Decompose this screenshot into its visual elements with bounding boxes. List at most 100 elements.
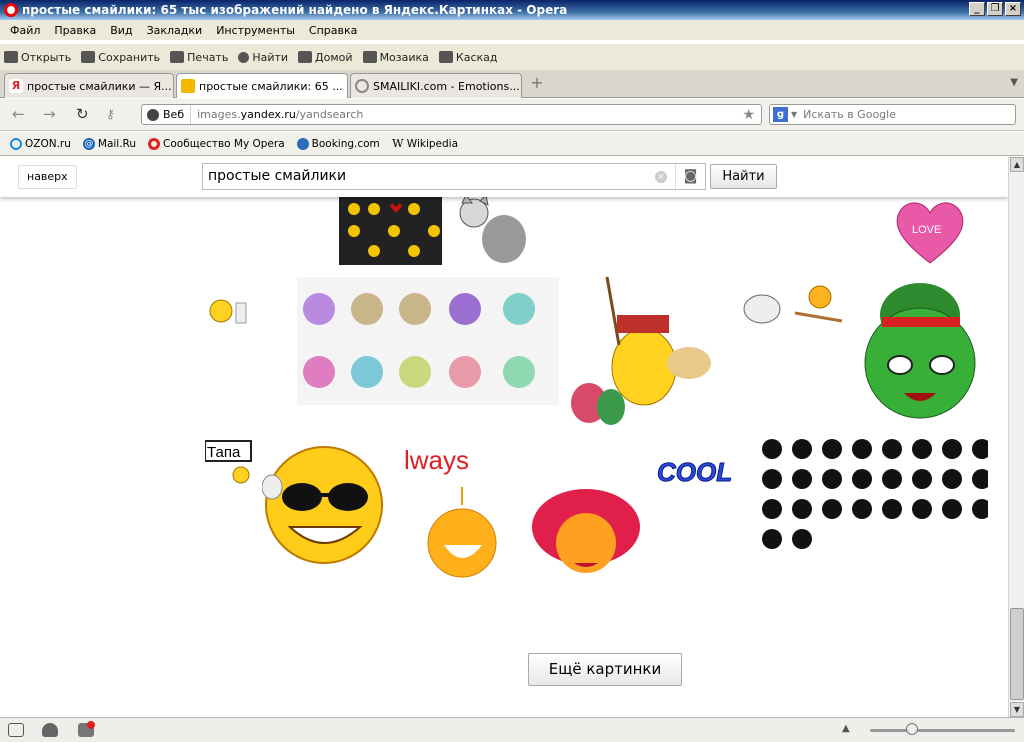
search-engine-field[interactable]: g ▼ Искать в Google bbox=[769, 104, 1016, 125]
find-button[interactable]: Найти bbox=[238, 51, 288, 64]
bookmark-booking[interactable]: Booking.com bbox=[296, 137, 380, 150]
emoticon-grid-picture bbox=[348, 203, 440, 257]
menu-view[interactable]: Вид bbox=[103, 24, 139, 37]
zoom-slider-track[interactable] bbox=[870, 729, 1015, 732]
result-image-sunglasses-smiley[interactable] bbox=[262, 441, 395, 583]
scroll-thumb[interactable] bbox=[1010, 608, 1024, 700]
menu-tools[interactable]: Инструменты bbox=[209, 24, 302, 37]
red-hair-smiley-picture bbox=[532, 489, 640, 573]
bookmark-wikipedia[interactable]: W Wikipedia bbox=[392, 136, 458, 150]
google-icon: g bbox=[773, 107, 788, 122]
result-image-green-lady[interactable] bbox=[862, 277, 982, 423]
tile-button[interactable]: Мозаика bbox=[362, 51, 429, 64]
result-image-black-smileys[interactable] bbox=[760, 435, 988, 585]
tab-label: простые смайлики: 65 ... bbox=[199, 79, 343, 93]
menu-edit[interactable]: Правка bbox=[47, 24, 103, 37]
bookmark-label: Booking.com bbox=[311, 137, 380, 150]
opera-window: простые смайлики: 65 тыс изображений най… bbox=[0, 0, 1024, 742]
back-arrow-icon[interactable]: ← bbox=[12, 107, 25, 122]
tab-close-icon[interactable]: × bbox=[172, 80, 173, 93]
address-toolbar: ← → ↻ ⚷ Веб images.yandex.ru/yandsearch … bbox=[0, 99, 1024, 131]
home-icon bbox=[298, 51, 313, 63]
camera-icon[interactable]: ◙ bbox=[675, 164, 705, 189]
bookmark-mailru[interactable]: @ Mail.Ru bbox=[82, 137, 137, 150]
result-image-anime-characters[interactable] bbox=[297, 277, 559, 405]
result-image-always-smiley[interactable]: lways bbox=[400, 439, 500, 584]
opera-unite-cloud-icon[interactable] bbox=[42, 723, 58, 737]
bookmark-label: Mail.Ru bbox=[97, 137, 137, 150]
result-image-cat[interactable] bbox=[452, 195, 532, 267]
open-button[interactable]: Открыть bbox=[4, 51, 71, 64]
always-text: lways bbox=[404, 445, 469, 475]
sticky-search-header: наверх простые смайлики × ◙ Найти bbox=[0, 157, 1008, 197]
reload-icon[interactable]: ↻ bbox=[76, 107, 89, 122]
bookmark-my-opera[interactable]: Сообщество My Opera bbox=[148, 137, 285, 150]
result-image-love-heart[interactable]: LOVE bbox=[890, 195, 970, 267]
window-title: простые смайлики: 65 тыс изображений най… bbox=[22, 3, 568, 17]
sign-smiley-picture: Тапа bbox=[205, 440, 252, 484]
menu-help[interactable]: Справка bbox=[302, 24, 364, 37]
menu-bookmarks[interactable]: Закладки bbox=[140, 24, 210, 37]
web-indicator[interactable]: Веб bbox=[142, 105, 192, 124]
anime-characters-picture bbox=[303, 293, 535, 388]
globe-favicon-icon bbox=[355, 79, 369, 93]
tab-yandex-search[interactable]: Я простые смайлики — Я... × bbox=[4, 73, 174, 98]
notification-badge-icon bbox=[87, 721, 95, 729]
restore-icon[interactable]: ❐ bbox=[987, 2, 1003, 16]
globe-icon bbox=[147, 108, 159, 121]
vertical-scrollbar[interactable]: ▲ ▼ bbox=[1008, 157, 1024, 717]
scroll-up-icon[interactable]: ▲ bbox=[1010, 157, 1024, 172]
title-bar: простые смайлики: 65 тыс изображений най… bbox=[0, 0, 1024, 20]
scroll-top-button[interactable]: наверх bbox=[18, 165, 77, 189]
tab-menu-chevron-icon[interactable]: ▼ bbox=[1010, 77, 1018, 88]
search-submit-button[interactable]: Найти bbox=[710, 164, 777, 189]
result-image-sign-smiley[interactable]: Тапа bbox=[205, 435, 253, 485]
sign-text: Тапа bbox=[207, 444, 241, 461]
bookmark-label: Сообщество My Opera bbox=[163, 137, 285, 150]
key-icon[interactable]: ⚷ bbox=[106, 107, 115, 122]
save-button[interactable]: Сохранить bbox=[81, 51, 160, 64]
new-tab-plus-icon[interactable]: + bbox=[529, 75, 545, 92]
close-icon[interactable]: × bbox=[1005, 2, 1021, 16]
tab-yandex-images[interactable]: простые смайлики: 65 ... × bbox=[176, 73, 348, 98]
open-label: Открыть bbox=[21, 50, 72, 64]
result-image-cool-text[interactable]: COOL bbox=[655, 455, 750, 490]
bookmark-ozon[interactable]: OZON.ru bbox=[10, 137, 71, 150]
scroll-down-icon[interactable]: ▼ bbox=[1010, 702, 1024, 717]
bookmark-label: OZON.ru bbox=[25, 137, 71, 150]
chevron-down-icon[interactable]: ▼ bbox=[791, 110, 797, 119]
print-button[interactable]: Печать bbox=[170, 51, 228, 64]
bookmark-star-icon[interactable]: ★ bbox=[742, 107, 755, 123]
image-search-input[interactable]: простые смайлики × ◙ bbox=[202, 163, 706, 190]
cascade-button[interactable]: Каскад bbox=[438, 51, 498, 64]
menu-file[interactable]: Файл bbox=[3, 24, 47, 37]
search-placeholder: Искать в Google bbox=[803, 108, 896, 121]
home-button[interactable]: Домой bbox=[298, 51, 353, 64]
zoom-slider-knob[interactable] bbox=[906, 723, 918, 735]
more-images-button[interactable]: Ещё картинки bbox=[528, 653, 682, 686]
zoom-arrow-icon[interactable]: ▲ bbox=[842, 723, 850, 734]
tab-close-icon[interactable]: × bbox=[520, 80, 521, 93]
svg-text:LOVE: LOVE bbox=[912, 224, 941, 236]
tab-label: простые смайлики — Я... bbox=[27, 79, 172, 93]
result-image-red-hair-smiley[interactable] bbox=[528, 487, 643, 585]
sunglasses-smiley-picture bbox=[262, 446, 383, 564]
panel-toggle-icon[interactable] bbox=[8, 723, 24, 737]
result-image-emoticon-grid[interactable] bbox=[339, 195, 442, 265]
forward-arrow-icon[interactable]: → bbox=[43, 107, 56, 122]
minimize-icon[interactable]: _ bbox=[969, 2, 985, 16]
tab-bar: Я простые смайлики — Я... × простые смай… bbox=[0, 70, 1024, 98]
result-image-smiley-small[interactable] bbox=[206, 295, 251, 325]
mailru-icon: @ bbox=[82, 137, 95, 150]
result-image-chick-painter[interactable] bbox=[569, 275, 713, 425]
wikipedia-icon: W bbox=[392, 136, 404, 150]
tab-close-icon[interactable]: × bbox=[343, 80, 348, 93]
address-field[interactable]: Веб images.yandex.ru/yandsearch ★ bbox=[141, 104, 762, 125]
yandex-favicon-icon: Я bbox=[9, 79, 23, 93]
clear-icon[interactable]: × bbox=[655, 171, 667, 183]
result-image-two-smileys[interactable] bbox=[740, 275, 845, 330]
tab-smailiki[interactable]: SMAILIKI.com - Emotions... × bbox=[350, 73, 522, 98]
url-host: yandex.ru bbox=[240, 108, 296, 121]
ozon-icon bbox=[10, 137, 22, 150]
save-icon bbox=[81, 51, 96, 63]
